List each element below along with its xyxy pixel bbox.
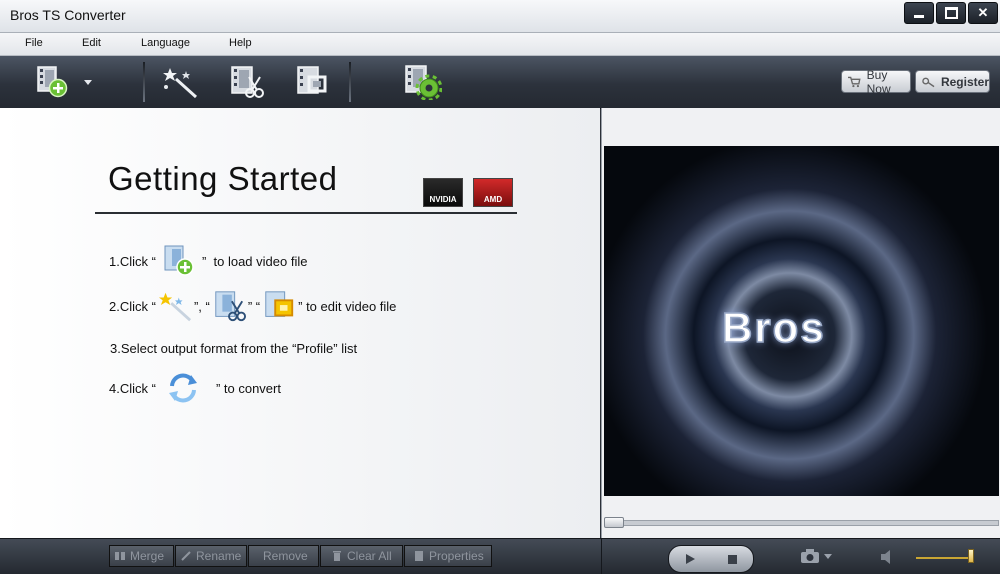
register-label: Register xyxy=(940,74,989,89)
gear-film-icon xyxy=(405,65,442,100)
title-underline xyxy=(95,212,517,214)
effect-button[interactable] xyxy=(160,64,200,100)
properties-label: Properties xyxy=(429,549,484,563)
bottom-bar: Merge Rename Remove Clear All Properties xyxy=(0,538,1000,574)
getting-started-title: Getting Started xyxy=(108,160,338,197)
chevron-down-icon[interactable] xyxy=(84,80,92,85)
add-video-icon xyxy=(37,66,68,98)
app-window: Bros TS Converter ✕ File Edit Language H… xyxy=(0,0,1000,574)
seek-handle[interactable] xyxy=(604,517,624,528)
step-3-text: 3.Select output format from the “Profile… xyxy=(110,341,358,356)
title-bar: Bros TS Converter ✕ xyxy=(0,0,1000,33)
merge-button[interactable]: Merge xyxy=(109,545,174,567)
getting-started-panel: Getting Started NVIDIA AMD 1.Click “ ” t… xyxy=(0,108,600,538)
preview-panel: Bros xyxy=(601,108,1000,538)
camera-icon xyxy=(801,549,819,563)
toolbar-separator xyxy=(143,62,145,102)
step-2: 2.Click “ ”, “ ” “ ” to edit video file xyxy=(109,289,396,323)
step-4-suffix: ” to convert xyxy=(215,380,281,396)
nvidia-label: NVIDIA xyxy=(429,195,457,204)
crop-film-icon xyxy=(297,66,327,94)
step-2-mid2: ” “ xyxy=(247,298,261,314)
step-2-mid1: ”, “ xyxy=(193,298,210,314)
play-button[interactable] xyxy=(669,546,711,572)
speaker-icon[interactable] xyxy=(880,550,896,564)
properties-button[interactable]: Properties xyxy=(404,545,492,567)
maximize-icon xyxy=(944,7,958,19)
add-video-icon xyxy=(164,245,194,276)
clear-all-label: Clear All xyxy=(347,549,392,563)
snapshot-button[interactable] xyxy=(800,548,832,564)
menu-bar: File Edit Language Help xyxy=(0,33,1000,56)
merge-icon xyxy=(115,552,125,560)
step-4-prefix: 4.Click “ xyxy=(109,380,156,396)
trim-button[interactable] xyxy=(226,64,266,100)
stop-icon xyxy=(727,554,737,564)
menu-language[interactable]: Language xyxy=(141,37,190,49)
key-icon xyxy=(922,77,935,87)
magic-wand-icon xyxy=(163,68,198,99)
remove-button[interactable]: Remove xyxy=(248,545,319,567)
volume-slider[interactable] xyxy=(916,557,974,559)
window-controls: ✕ xyxy=(902,2,998,24)
step-3: 3.Select output format from the “Profile… xyxy=(110,341,357,356)
step-2-prefix: 2.Click “ xyxy=(109,298,156,314)
maximize-button[interactable] xyxy=(936,2,966,24)
preferences-button[interactable] xyxy=(402,64,442,100)
step-1: 1.Click “ ” to load video file xyxy=(109,244,307,278)
step-4: 4.Click “ ” to convert xyxy=(109,371,281,405)
menu-help[interactable]: Help xyxy=(229,37,252,49)
minimize-icon xyxy=(914,14,924,18)
bros-logo: Bros xyxy=(721,303,826,352)
close-button[interactable]: ✕ xyxy=(968,2,998,24)
buy-now-button[interactable]: Buy Now xyxy=(841,67,911,96)
magic-wand-icon xyxy=(158,292,192,322)
playback-controls xyxy=(668,545,754,573)
pencil-icon xyxy=(181,551,191,561)
menu-file[interactable]: File xyxy=(25,37,43,49)
nvidia-badge: NVIDIA xyxy=(423,178,463,207)
close-icon: ✕ xyxy=(977,5,989,20)
window-title: Bros TS Converter xyxy=(10,7,126,23)
add-video-button[interactable] xyxy=(32,64,72,100)
amd-label: AMD xyxy=(483,195,503,204)
remove-label: Remove xyxy=(263,549,308,563)
crop-button[interactable] xyxy=(292,64,332,100)
step-1-prefix: 1.Click “ xyxy=(109,253,156,269)
toolbar: Buy Now Register xyxy=(0,56,1000,109)
scissors-film-icon xyxy=(215,291,246,322)
cart-icon xyxy=(848,76,861,87)
menu-edit[interactable]: Edit xyxy=(82,37,101,49)
play-icon xyxy=(686,554,695,564)
merge-label: Merge xyxy=(130,549,165,563)
step-2-suffix: ” to edit video file xyxy=(298,298,397,314)
scissors-film-icon xyxy=(231,66,264,98)
volume-handle[interactable] xyxy=(968,549,974,563)
seek-bar[interactable] xyxy=(604,520,999,526)
rename-label: Rename xyxy=(196,549,242,563)
video-preview: Bros xyxy=(604,146,999,496)
crop-film-icon xyxy=(265,291,294,317)
step-1-suffix: ” to load video file xyxy=(201,253,308,269)
rename-button[interactable]: Rename xyxy=(175,545,247,567)
amd-badge: AMD xyxy=(473,178,513,207)
minimize-button[interactable] xyxy=(904,2,934,24)
convert-icon xyxy=(168,373,197,403)
document-icon xyxy=(415,551,423,561)
clear-all-button[interactable]: Clear All xyxy=(320,545,403,567)
trash-icon xyxy=(333,551,341,561)
panel-divider xyxy=(601,538,602,574)
buy-now-label: Buy Now xyxy=(866,67,891,96)
register-button[interactable]: Register xyxy=(915,70,990,93)
stop-button[interactable] xyxy=(711,546,753,572)
chevron-down-icon[interactable] xyxy=(824,553,832,559)
toolbar-separator xyxy=(349,62,351,102)
